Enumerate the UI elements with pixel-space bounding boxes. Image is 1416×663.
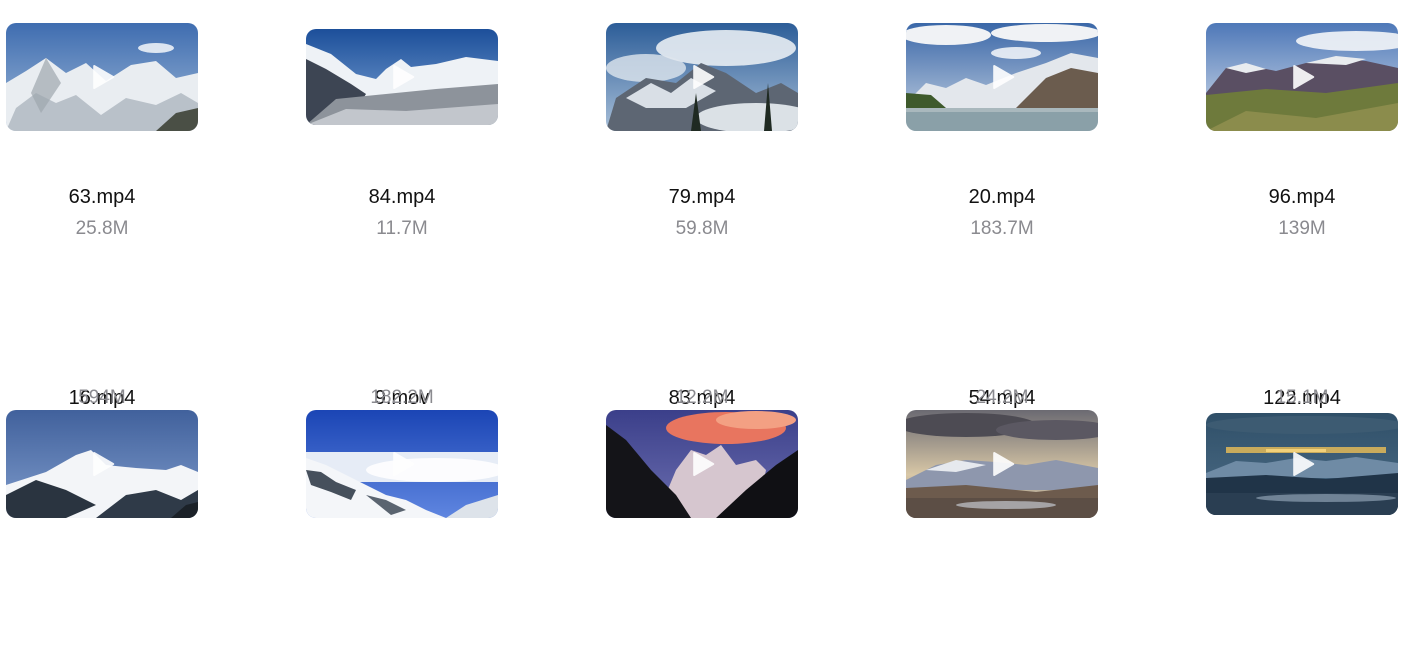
- file-size: 594M: [78, 387, 126, 408]
- video-file-grid: 63.mp4 25.8M 84.mp4 11.7M 79.mp4 59.8M 2…: [0, 0, 1416, 663]
- file-name: 96.mp4: [1268, 186, 1336, 208]
- file-size: 182.2M: [370, 387, 434, 408]
- file-name: 84.mp4: [368, 186, 436, 208]
- play-icon: [91, 451, 115, 477]
- play-icon: [391, 451, 415, 477]
- play-icon: [1291, 451, 1315, 477]
- video-thumbnail[interactable]: [6, 410, 198, 518]
- file-size: 183.7M: [970, 218, 1034, 239]
- file-size: 139M: [1278, 218, 1326, 239]
- play-icon: [1291, 64, 1315, 90]
- video-thumbnail[interactable]: [906, 410, 1098, 518]
- file-size: 59.8M: [675, 218, 729, 239]
- play-icon: [691, 451, 715, 477]
- play-icon: [691, 64, 715, 90]
- video-thumbnail[interactable]: [306, 29, 498, 125]
- video-thumbnail[interactable]: [1206, 413, 1398, 515]
- video-thumbnail[interactable]: [6, 23, 198, 131]
- file-size: 15.1M: [1275, 387, 1329, 408]
- video-thumbnail[interactable]: [906, 23, 1098, 131]
- video-thumbnail[interactable]: [606, 23, 798, 131]
- file-name: 79.mp4: [668, 186, 736, 208]
- video-thumbnail[interactable]: [1206, 23, 1398, 131]
- file-size: 11.7M: [376, 218, 428, 239]
- file-name: 63.mp4: [68, 186, 136, 208]
- play-icon: [91, 64, 115, 90]
- video-thumbnail[interactable]: [306, 410, 498, 518]
- file-size: 25.8M: [75, 218, 129, 239]
- video-thumbnail[interactable]: [606, 410, 798, 518]
- file-size: 24.2M: [975, 387, 1029, 408]
- play-icon: [991, 451, 1015, 477]
- play-icon: [991, 64, 1015, 90]
- play-icon: [391, 64, 415, 90]
- file-name: 20.mp4: [968, 186, 1036, 208]
- file-size: 12.2M: [675, 387, 729, 408]
